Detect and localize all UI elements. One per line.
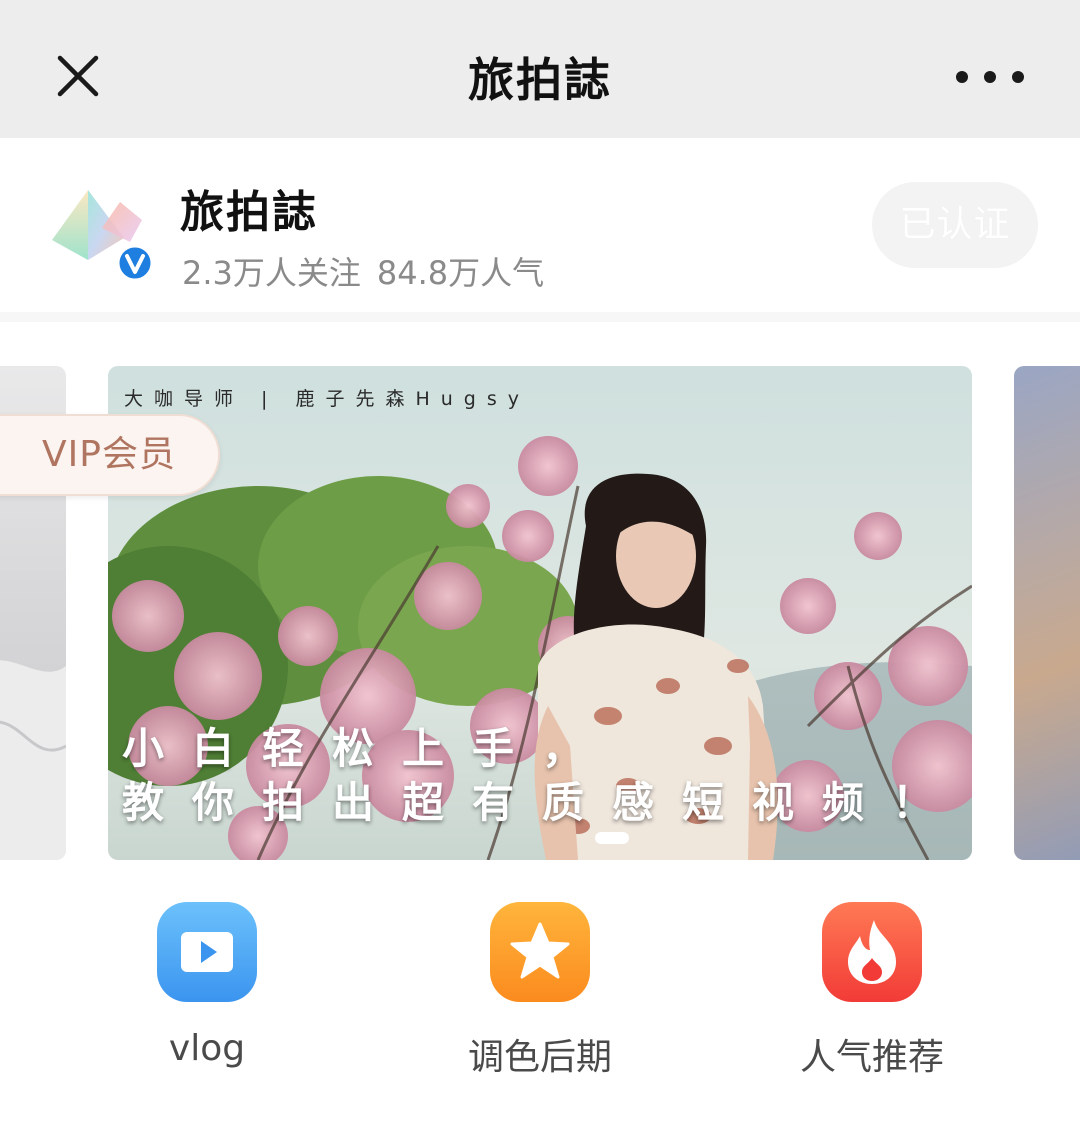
quick-nav-label: 调色后期 [467, 1037, 612, 1078]
profile-name: 旅拍誌 [180, 187, 318, 238]
play-icon [157, 902, 257, 1002]
top-navbar: 旅拍誌 [0, 0, 1080, 138]
quick-nav-label: vlog [168, 1028, 246, 1069]
carousel-indicator [595, 832, 629, 844]
banner-headline: 小白轻松上手， 教你拍出超有质感短视频！ [122, 722, 962, 830]
banner-carousel[interactable]: 大咖导师 | 鹿子先森Hugsy 小白轻松上手， 教你拍出超有质感短视频！ VI… [0, 322, 1080, 882]
banner-credit: 大咖导师 | 鹿子先森Hugsy [124, 388, 531, 410]
page-title: 旅拍誌 [468, 53, 612, 107]
flame-icon [822, 902, 922, 1002]
quick-nav-vlog[interactable]: vlog [97, 902, 317, 1102]
banner-headline-line1: 小白轻松上手， [122, 724, 613, 773]
verified-v-icon [116, 244, 154, 282]
more-dots-icon[interactable] [948, 60, 1032, 94]
banner-headline-line2: 教你拍出超有质感短视频！ [122, 778, 963, 827]
quick-nav-label: 人气推荐 [799, 1037, 944, 1078]
carousel-card-next[interactable] [1014, 366, 1080, 860]
profile-header: 旅拍誌 2.3万人关注 84.8万人气 已认证 [0, 138, 1080, 312]
popularity-count: 84.8万人气 [376, 254, 545, 292]
vip-tag[interactable]: VIP会员 [0, 414, 220, 496]
star-icon [490, 902, 590, 1002]
quick-nav-color-grading[interactable]: 调色后期 [430, 902, 650, 1102]
carousel-banner[interactable]: 大咖导师 | 鹿子先森Hugsy 小白轻松上手， 教你拍出超有质感短视频！ [108, 366, 972, 860]
verified-button[interactable]: 已认证 [872, 182, 1038, 268]
divider [0, 312, 1080, 322]
followers-count: 2.3万人关注 [182, 254, 361, 292]
profile-stats: 2.3万人关注 84.8万人气 [182, 248, 544, 294]
quick-nav: vlog 调色后期 人气推荐 [0, 882, 1080, 1136]
quick-nav-popular[interactable]: 人气推荐 [762, 902, 982, 1102]
